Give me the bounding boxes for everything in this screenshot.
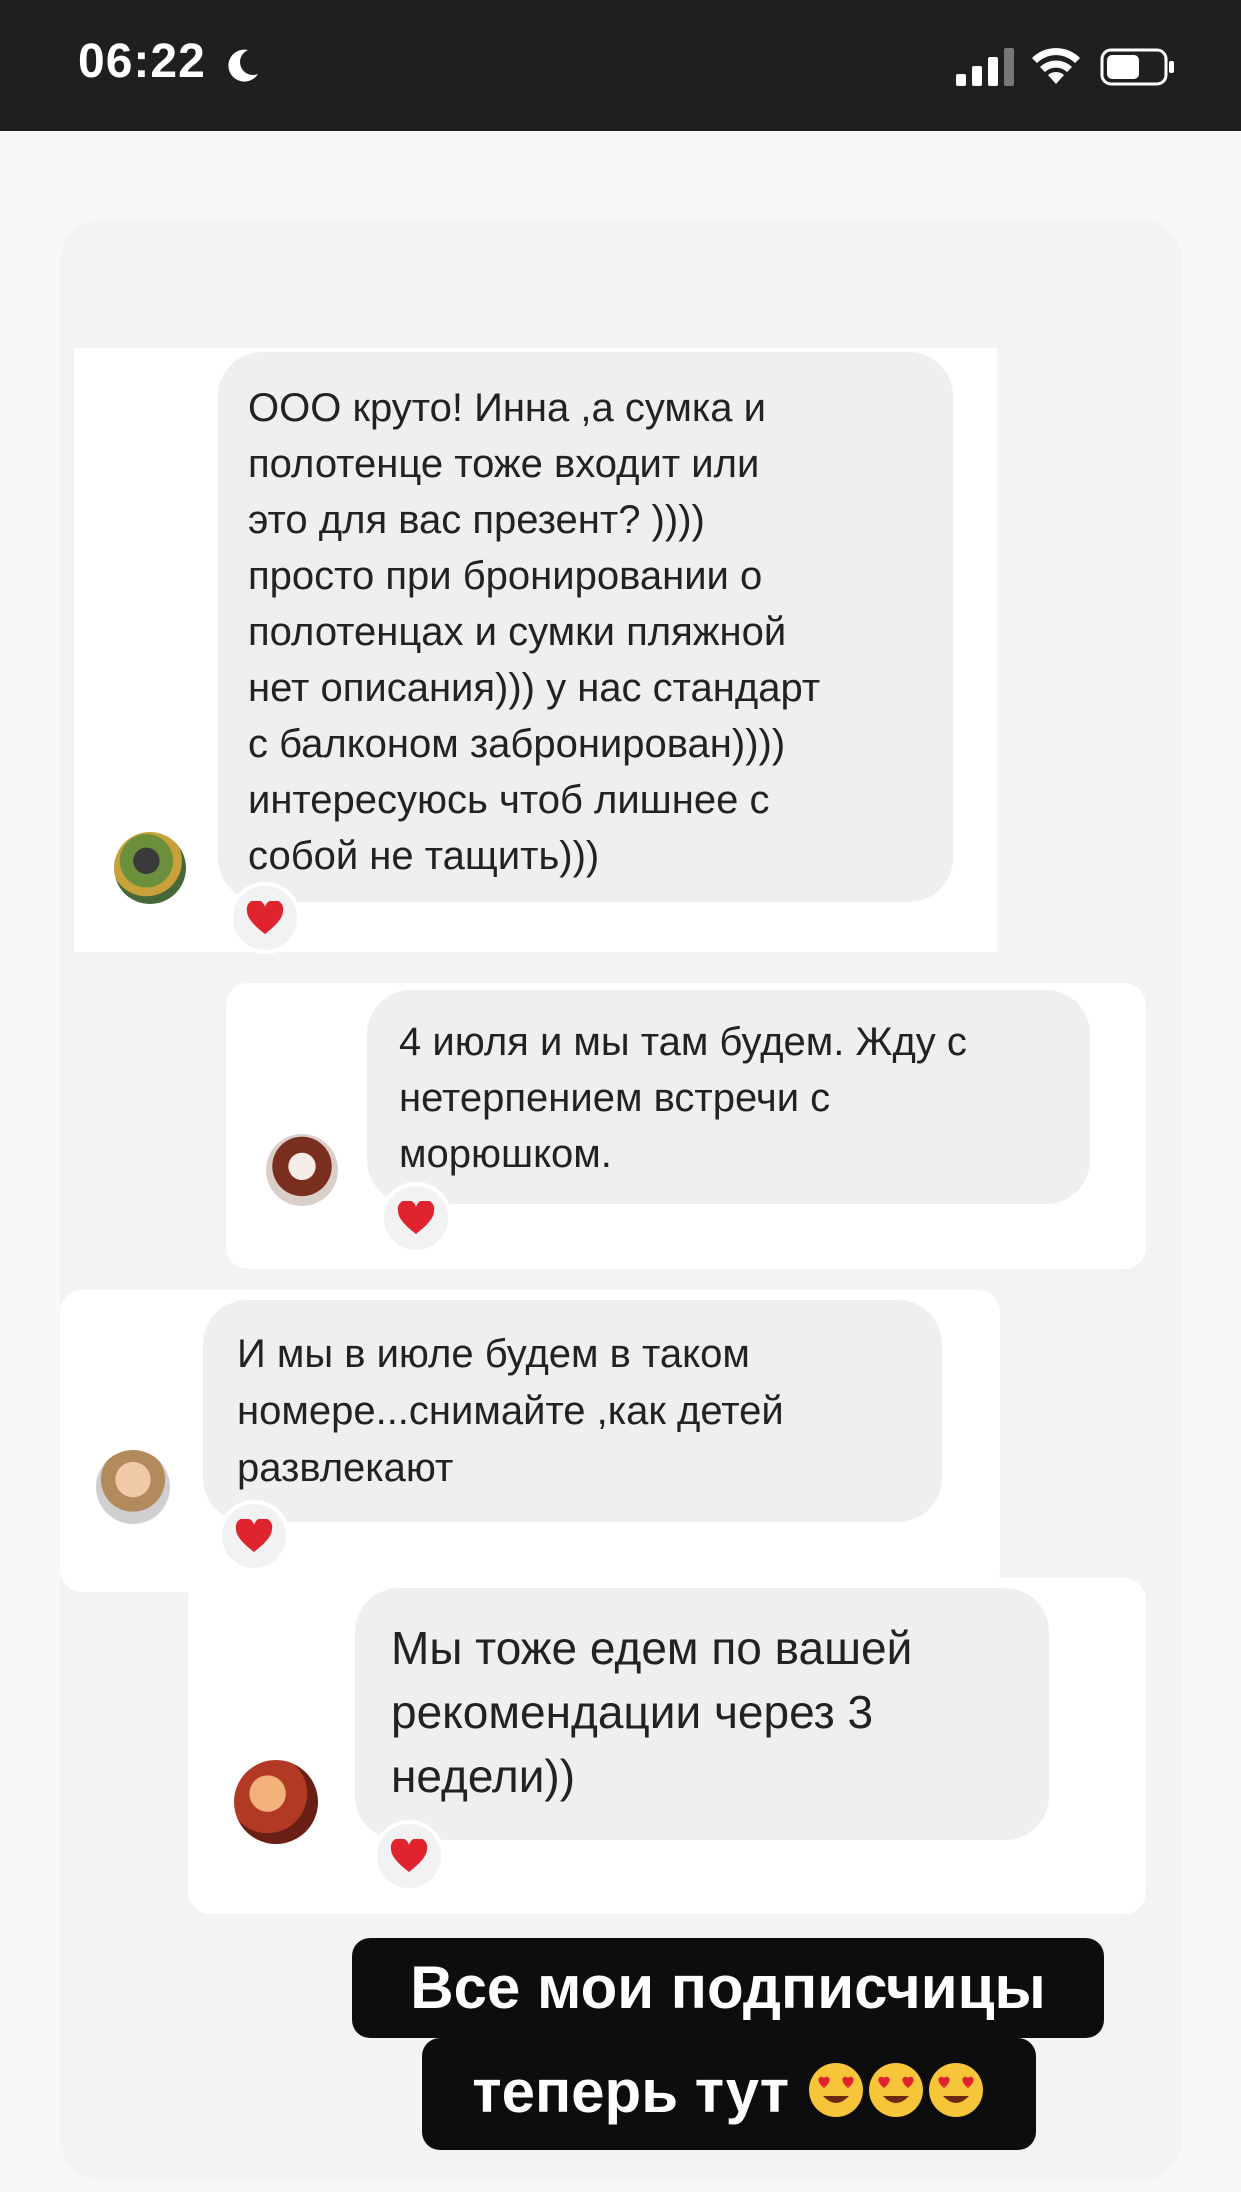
message-bubble: 4 июля и мы там будем. Жду с нетерпением… [367, 990, 1090, 1227]
heart-reaction[interactable] [373, 1820, 445, 1892]
moon-icon [228, 49, 258, 82]
avatar [266, 1134, 338, 1206]
heart-icon [397, 1201, 435, 1234]
caption-text: теперь тут [472, 2058, 790, 2125]
heart-icon [390, 1839, 428, 1872]
message-text: 4 июля и мы там будем. Жду с нетерпением… [399, 1020, 967, 1176]
heart-reaction[interactable] [218, 1500, 290, 1572]
wifi-icon [1032, 48, 1080, 84]
story-caption-line-2: теперь тут [422, 2038, 1036, 2150]
status-time: 06:22 [78, 35, 206, 88]
avatar [96, 1450, 170, 1524]
battery-icon [1100, 48, 1174, 86]
message-bubble: ООО круто! Инна ,а сумка и полотенце тож… [218, 352, 953, 902]
signal-icon [956, 48, 1014, 86]
avatar [234, 1760, 318, 1844]
message-text: И мы в июле будем в таком номере...снима… [237, 1332, 784, 1490]
heart-icon [246, 901, 284, 934]
heart-eyes-icon [808, 2063, 863, 2117]
heart-icon [235, 1519, 273, 1552]
message-text: ООО круто! Инна ,а сумка и полотенце тож… [248, 386, 821, 878]
heart-eyes-icon [868, 2063, 923, 2117]
heart-reaction[interactable] [380, 1182, 452, 1254]
message-bubble: И мы в июле будем в таком номере...снима… [203, 1300, 942, 1522]
story-caption-line-1: Все мои подписчицы [352, 1938, 1104, 2038]
heart-reaction[interactable] [229, 882, 301, 954]
heart-eyes-icon [928, 2063, 983, 2117]
caption-text: Все мои подписчицы [410, 1954, 1046, 2021]
message-text: Мы тоже едем по вашей рекомендации через… [391, 1622, 913, 1802]
status-bar: 06:22 [0, 0, 1241, 131]
message-bubble: Мы тоже едем по вашей рекомендации через… [355, 1588, 1049, 1840]
avatar [114, 832, 186, 904]
